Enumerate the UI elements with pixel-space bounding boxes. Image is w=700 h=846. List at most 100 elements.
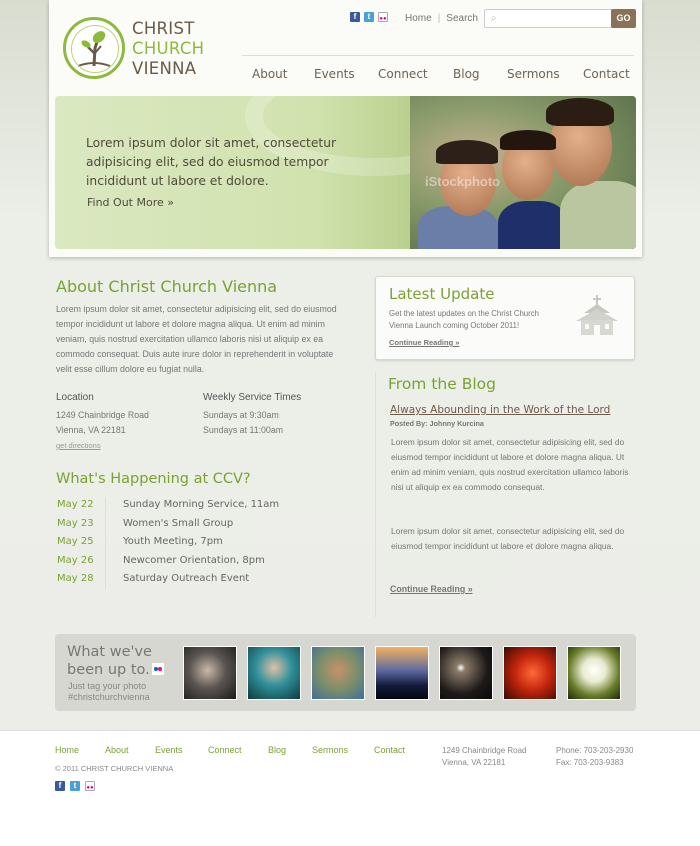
facebook-icon[interactable]: f — [350, 12, 360, 22]
latest-update-title: Latest Update — [389, 285, 495, 303]
blog-post-paragraph: Lorem ipsum dolor sit amet, consectetur … — [391, 437, 629, 492]
footer-nav-connect[interactable]: Connect — [208, 745, 268, 755]
footer: Home About Events Connect Blog Sermons C… — [0, 730, 700, 846]
blog-post-title[interactable]: Always Abounding in the Work of the Lord — [390, 404, 610, 416]
footer-nav-sermons[interactable]: Sermons — [312, 745, 374, 755]
church-icon — [576, 295, 618, 335]
family-photo — [410, 96, 636, 249]
logo-wordmark: CHRIST CHURCH VIENNA — [132, 19, 204, 79]
nav-blog[interactable]: Blog — [453, 67, 507, 81]
footer-nav-home[interactable]: Home — [55, 745, 105, 755]
photo-thumbnail[interactable] — [311, 646, 365, 700]
flickr-icon[interactable]: ●● — [378, 12, 388, 22]
main-nav: About Events Connect Blog Sermons Contac… — [252, 67, 630, 81]
about-body: Lorem ipsum dolor sit amet, consectetur … — [56, 304, 337, 374]
utility-nav: Home | Search — [405, 13, 478, 24]
photo-thumbnail[interactable] — [183, 646, 237, 700]
location-heading: Location — [56, 392, 94, 403]
home-link[interactable]: Home — [405, 13, 432, 24]
footer-phone: Phone: 703-203-2930 — [556, 746, 634, 755]
photo-thumbnail[interactable] — [247, 646, 301, 700]
twitter-icon[interactable]: t — [70, 781, 80, 791]
service-times-heading: Weekly Service Times — [203, 392, 302, 403]
happening-title: What's Happening at CCV? — [56, 471, 251, 487]
nav-sermons[interactable]: Sermons — [507, 67, 583, 81]
blog-post-author: Posted By: Johnny Kurcina — [390, 419, 484, 428]
header-social-links: f t ●● — [350, 12, 388, 22]
latest-update-box: Latest Update Get the latest updates on … — [375, 276, 635, 360]
photo-strip-subtext: Just tag your photo #christchurchvienna — [68, 681, 150, 703]
photo-strip-heading-line: What we've — [67, 644, 152, 660]
photo-strip-hashtag: #christchurchvienna — [68, 692, 150, 702]
copyright: © 2011 CHRIST CHURCH VIENNA — [55, 764, 174, 773]
photo-strip-subtext-line: Just tag your photo — [68, 681, 147, 691]
footer-nav-contact[interactable]: Contact — [374, 745, 405, 755]
search-go-button[interactable]: GO — [611, 9, 636, 28]
hair-shape — [500, 130, 556, 150]
footer-fax: Fax: 703-203-9383 — [556, 758, 624, 767]
tree-logo-icon — [63, 17, 125, 79]
event-date: May 25 — [57, 536, 94, 547]
photo-thumbnail[interactable] — [503, 646, 557, 700]
shirt-shape — [560, 181, 636, 249]
hair-shape — [436, 140, 498, 164]
events-list: May 22 Sunday Morning Service, 11am May … — [57, 499, 347, 592]
event-title: Women's Small Group — [123, 517, 234, 529]
photo-thumbnail[interactable] — [375, 646, 429, 700]
footer-nav-about[interactable]: About — [105, 745, 155, 755]
latest-update-body: Get the latest updates on the Christ Chu… — [389, 309, 539, 330]
nav-contact[interactable]: Contact — [583, 67, 630, 81]
event-item[interactable]: May 25 Youth Meeting, 7pm — [57, 536, 347, 555]
event-item[interactable]: May 26 Newcomer Orientation, 8pm — [57, 555, 347, 574]
facebook-icon[interactable]: f — [55, 781, 65, 791]
church-logo[interactable]: CHRIST CHURCH VIENNA — [63, 17, 213, 81]
logo-line-christ: CHRIST — [132, 19, 195, 38]
event-date: May 26 — [57, 554, 94, 566]
divider: | — [437, 13, 441, 24]
search-link[interactable]: Search — [446, 13, 478, 24]
photo-thumbnail[interactable] — [439, 646, 493, 700]
about-title: About Christ Church Vienna — [56, 277, 278, 296]
nav-about[interactable]: About — [252, 67, 314, 81]
footer-contact: Phone: 703-203-2930 Fax: 703-203-9383 — [556, 745, 633, 769]
update-continue-reading-link[interactable]: Continue Reading » — [389, 338, 459, 347]
photo-thumbnail[interactable] — [567, 646, 621, 700]
nav-events[interactable]: Events — [314, 67, 378, 81]
event-date: May 23 — [57, 517, 94, 529]
blog-section-title: From the Blog — [388, 375, 496, 393]
nav-divider — [242, 55, 634, 56]
address-line-2: Vienna, VA 22181 — [56, 425, 126, 435]
footer-nav: Home About Events Connect Blog Sermons C… — [55, 745, 405, 755]
hair-shape — [546, 98, 614, 126]
twitter-icon[interactable]: t — [364, 12, 374, 22]
shirt-shape — [498, 201, 568, 249]
event-item[interactable]: May 22 Sunday Morning Service, 11am — [57, 499, 347, 518]
event-date: May 22 — [57, 499, 94, 510]
find-out-more-link[interactable]: Find Out More » — [87, 196, 174, 209]
photo-strip-heading: What we've been up to. — [67, 643, 152, 679]
flickr-icon[interactable]: ●● — [85, 781, 95, 791]
hero-text: Lorem ipsum dolor sit amet, consectetur … — [86, 136, 337, 188]
search-input[interactable] — [503, 12, 607, 25]
event-date: May 28 — [57, 573, 94, 584]
search-box[interactable]: ⌕ — [484, 9, 612, 28]
photo-watermark: iStockphoto — [425, 174, 501, 189]
footer-nav-events[interactable]: Events — [155, 745, 208, 755]
logo-line-vienna: VIENNA — [132, 59, 197, 78]
flickr-icon[interactable] — [152, 663, 164, 675]
footer-social-links: f t ●● — [55, 781, 95, 791]
get-directions-link[interactable]: get directions — [56, 441, 101, 450]
event-title: Newcomer Orientation, 8pm — [123, 554, 265, 566]
blog-continue-reading-link[interactable]: Continue Reading » — [390, 584, 473, 594]
blog-post-paragraph: Lorem ipsum dolor sit amet, consectetur … — [391, 526, 625, 551]
photo-strip: What we've been up to. Just tag your pho… — [55, 634, 636, 711]
service-time-1: Sundays at 9:30am — [203, 410, 279, 420]
address-line-1: 1249 Chainbridge Road — [56, 410, 149, 420]
service-time-2: Sundays at 11:00am — [203, 425, 284, 435]
logo-line-church: CHURCH — [132, 39, 205, 58]
photo-strip-heading-line: been up to. — [67, 662, 150, 678]
event-item[interactable]: May 28 Saturday Outreach Event — [57, 573, 347, 592]
nav-connect[interactable]: Connect — [378, 67, 453, 81]
footer-nav-blog[interactable]: Blog — [268, 745, 312, 755]
event-item[interactable]: May 23 Women's Small Group — [57, 518, 347, 537]
